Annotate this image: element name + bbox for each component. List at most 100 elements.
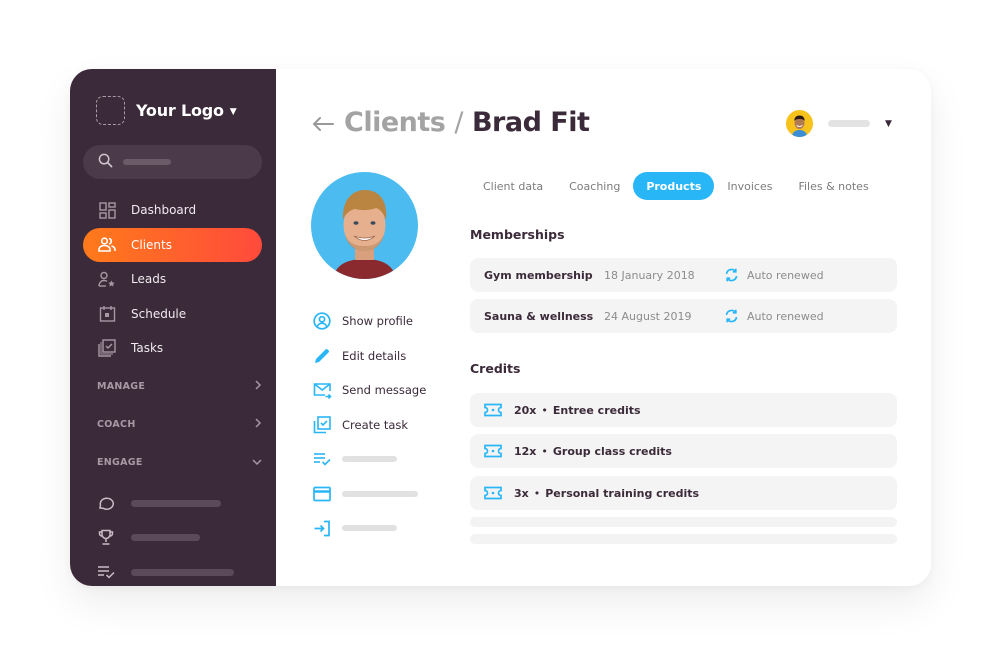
sidebar-nav: Dashboard Clients Leads Schedule Tasks <box>83 193 262 366</box>
sidebar-item-clients[interactable]: Clients <box>83 227 262 262</box>
engage-item[interactable] <box>97 486 234 521</box>
credit-name: Entree credits <box>552 403 641 417</box>
caret-down-icon: ▼ <box>229 106 237 117</box>
chevron-right-icon <box>254 380 262 393</box>
action-label: Create task <box>342 417 409 432</box>
placeholder-bar <box>131 534 200 542</box>
breadcrumb-separator: / <box>454 107 463 138</box>
credit-name: Group class credits <box>552 444 672 458</box>
refresh-icon <box>724 268 739 282</box>
tab-products[interactable]: Products <box>633 172 715 200</box>
section-engage[interactable]: ENGAGE <box>97 456 262 469</box>
credit-row[interactable]: 3x • Personal training credits <box>470 476 897 510</box>
user-circle-icon <box>312 311 332 331</box>
ticket-icon <box>484 486 502 500</box>
search-input[interactable] <box>83 145 262 179</box>
user-menu[interactable]: ▼ <box>786 110 892 137</box>
membership-status: Auto renewed <box>724 268 824 282</box>
app-window: Your Logo ▼ Dashboard Clients Leads Sche… <box>70 69 931 586</box>
skeleton-row <box>470 517 897 527</box>
credit-row[interactable]: 20x • Entree credits <box>470 393 897 427</box>
sidebar-item-tasks[interactable]: Tasks <box>83 331 262 365</box>
action-item[interactable] <box>312 477 426 512</box>
sign-in-icon <box>312 518 332 538</box>
section-coach[interactable]: COACH <box>97 418 262 431</box>
sidebar-item-label: Dashboard <box>131 203 197 217</box>
credit-count: 20x <box>514 403 537 417</box>
action-label: Send message <box>342 383 427 398</box>
arrow-left-icon[interactable] <box>312 112 334 137</box>
section-label: ENGAGE <box>97 457 143 468</box>
section-label: MANAGE <box>97 381 146 392</box>
ticket-icon <box>484 403 502 417</box>
sidebar-item-label: Schedule <box>131 306 187 321</box>
sidebar-item-label: Leads <box>131 272 167 287</box>
sidebar-item-leads[interactable]: Leads <box>83 262 262 296</box>
ticket-icon <box>484 444 502 458</box>
show-profile-button[interactable]: Show profile <box>312 304 426 339</box>
user-name-placeholder <box>828 120 870 127</box>
placeholder-bar <box>342 456 397 463</box>
membership-row[interactable]: Gym membership 18 January 2018 Auto rene… <box>470 258 897 292</box>
trophy-icon <box>97 529 115 546</box>
engage-item[interactable] <box>97 555 234 586</box>
credit-row[interactable]: 12x • Group class credits <box>470 434 897 468</box>
tab-files-notes[interactable]: Files & notes <box>785 172 881 200</box>
search-icon <box>98 153 113 172</box>
membership-row[interactable]: Sauna & wellness 24 August 2019 Auto ren… <box>470 299 897 333</box>
mail-send-icon <box>312 380 332 400</box>
tab-invoices[interactable]: Invoices <box>714 172 785 200</box>
user-avatar <box>786 110 813 137</box>
search-placeholder <box>123 159 171 165</box>
credit-name: Personal training credits <box>545 486 700 500</box>
tab-client-data[interactable]: Client data <box>470 172 556 200</box>
memberships-heading: Memberships <box>470 227 565 242</box>
action-item[interactable] <box>312 511 426 546</box>
membership-date: 18 January 2018 <box>604 268 695 282</box>
placeholder-bar <box>342 490 418 497</box>
breadcrumb: Clients / Brad Fit <box>312 107 590 138</box>
placeholder-bar <box>131 499 221 507</box>
tab-bar: Client data Coaching Products Invoices F… <box>470 172 882 200</box>
action-label: Show profile <box>342 314 414 329</box>
action-item[interactable] <box>312 442 426 477</box>
edit-details-button[interactable]: Edit details <box>312 339 426 374</box>
tasks-icon <box>98 339 116 358</box>
section-manage[interactable]: MANAGE <box>97 380 262 393</box>
sidebar-item-schedule[interactable]: Schedule <box>83 297 262 331</box>
section-label: COACH <box>97 419 136 430</box>
placeholder-bar <box>342 525 397 532</box>
credit-count: 3x <box>514 486 529 500</box>
leads-icon <box>98 270 116 288</box>
status-label: Auto renewed <box>747 268 824 282</box>
separator-dot: • <box>533 486 541 500</box>
skeleton-row <box>470 534 897 544</box>
engage-list <box>97 486 234 586</box>
sidebar-item-dashboard[interactable]: Dashboard <box>83 193 262 227</box>
breadcrumb-clients-link[interactable]: Clients <box>344 107 446 138</box>
status-label: Auto renewed <box>747 309 824 323</box>
chevron-right-icon <box>254 418 262 431</box>
membership-status: Auto renewed <box>724 309 824 323</box>
engage-item[interactable] <box>97 521 234 556</box>
separator-dot: • <box>541 403 548 417</box>
sidebar: Your Logo ▼ Dashboard Clients Leads Sche… <box>70 69 276 586</box>
logo-placeholder-icon <box>96 96 125 125</box>
membership-date: 24 August 2019 <box>604 309 692 323</box>
placeholder-bar <box>131 568 234 576</box>
sidebar-item-label: Clients <box>131 237 172 252</box>
create-task-button[interactable]: Create task <box>312 408 426 443</box>
checklist-icon <box>97 565 115 579</box>
logo-menu[interactable]: Your Logo ▼ <box>96 96 237 125</box>
tab-coaching[interactable]: Coaching <box>556 172 633 200</box>
separator-dot: • <box>541 444 548 458</box>
chat-bubble-icon <box>97 495 115 511</box>
pencil-icon <box>312 346 332 366</box>
refresh-icon <box>724 309 739 323</box>
send-message-button[interactable]: Send message <box>312 373 426 408</box>
chevron-down-icon <box>252 456 262 469</box>
checklist-icon <box>312 449 332 469</box>
action-label: Edit details <box>342 348 407 363</box>
logo-text: Your Logo <box>136 101 224 120</box>
client-photo <box>311 172 418 279</box>
